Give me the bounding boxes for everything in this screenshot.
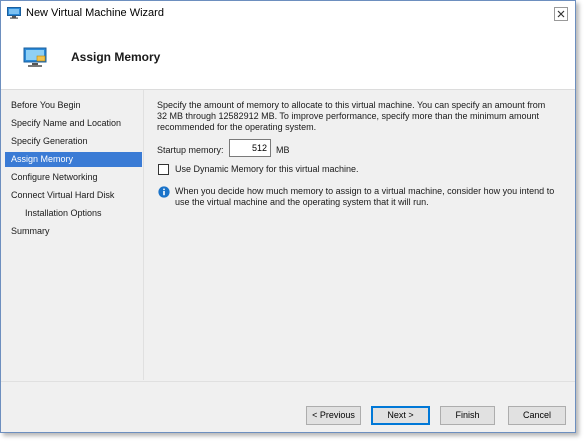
step-configure-networking[interactable]: Configure Networking xyxy=(5,170,142,185)
startup-memory-input[interactable] xyxy=(229,139,271,157)
intro-text: Specify the amount of memory to allocate… xyxy=(157,100,546,132)
title-bar: New Virtual Machine Wizard xyxy=(1,1,575,27)
startup-memory-label: Startup memory: xyxy=(157,145,224,155)
previous-button[interactable]: < Previous xyxy=(306,406,361,425)
wizard-window: New Virtual Machine Wizard Assign Memory… xyxy=(0,0,576,433)
step-summary[interactable]: Summary xyxy=(5,224,142,239)
step-installation-options[interactable]: Installation Options xyxy=(5,206,142,221)
dynamic-memory-checkbox[interactable] xyxy=(158,164,169,175)
step-specify-generation[interactable]: Specify Generation xyxy=(5,134,142,149)
page-title: Assign Memory xyxy=(71,50,161,64)
info-text: When you decide how much memory to assig… xyxy=(175,186,555,207)
wizard-steps: Before You Begin Specify Name and Locati… xyxy=(1,90,144,380)
dynamic-memory-label[interactable]: Use Dynamic Memory for this virtual mach… xyxy=(175,164,359,174)
finish-button[interactable]: Finish xyxy=(440,406,495,425)
button-bar: < Previous Next > Finish Cancel xyxy=(1,381,575,432)
window-title: New Virtual Machine Wizard xyxy=(26,7,164,19)
wizard-header: Assign Memory xyxy=(1,27,575,90)
step-connect-virtual-hard-disk[interactable]: Connect Virtual Hard Disk xyxy=(5,188,142,203)
step-before-you-begin[interactable]: Before You Begin xyxy=(5,98,142,113)
info-icon xyxy=(158,186,170,198)
close-icon[interactable] xyxy=(554,7,568,21)
step-assign-memory[interactable]: Assign Memory xyxy=(5,152,142,167)
step-specify-name-and-location[interactable]: Specify Name and Location xyxy=(5,116,142,131)
memory-icon xyxy=(23,47,47,67)
cancel-button[interactable]: Cancel xyxy=(508,406,566,425)
next-button[interactable]: Next > xyxy=(371,406,430,425)
startup-memory-unit: MB xyxy=(276,145,290,155)
hyper-v-icon xyxy=(7,7,21,19)
